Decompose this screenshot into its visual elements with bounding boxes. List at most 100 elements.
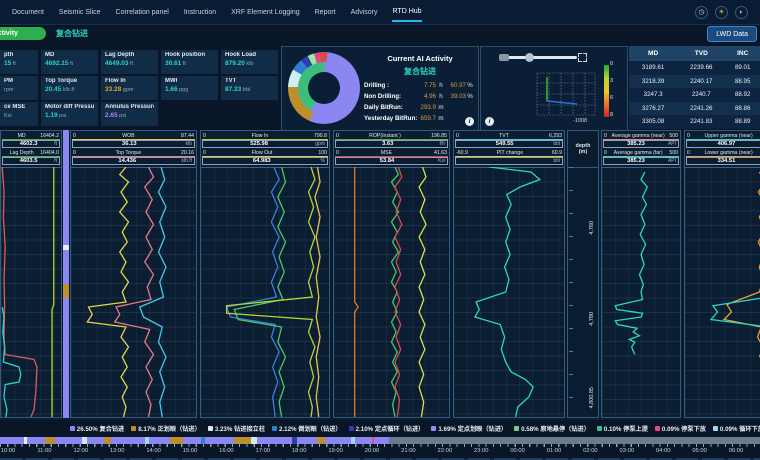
track-current-value: 3.63 bbox=[336, 141, 439, 147]
slider-thumb[interactable] bbox=[525, 53, 534, 62]
ai-stat-u: h bbox=[436, 93, 446, 100]
time-label: 04:00 bbox=[656, 448, 671, 454]
metric-unit: klb.ft bbox=[61, 87, 74, 93]
timeline-axis: 10:0011:0012:0013:0014:0015:0016:0017:00… bbox=[0, 448, 760, 457]
legend-color-chip bbox=[431, 426, 436, 431]
metric-value: 1.66 ppg bbox=[165, 86, 214, 93]
ai-activity-title: Current AI Activity bbox=[366, 54, 474, 63]
metric-label: Flow In bbox=[105, 78, 154, 84]
metric-unit: Ksi bbox=[4, 113, 12, 119]
table-row[interactable]: 3333.382242.3788.92 bbox=[629, 129, 760, 130]
survey-table-panel: MDTVDINC 3189.612239.6689.013218.392240.… bbox=[629, 46, 760, 129]
legend-text: 26.50% 复合钻进 bbox=[77, 424, 124, 433]
metric-number: 2.65 bbox=[105, 112, 118, 119]
track-value-row: 4602.3ft bbox=[2, 140, 60, 148]
depth-colorbar bbox=[604, 65, 609, 117]
metric-number: 879.20 bbox=[225, 60, 245, 67]
activity-segment bbox=[55, 437, 82, 444]
legend-item: 2.10% 定点循环（钻进） bbox=[349, 424, 425, 433]
history-icon[interactable]: ◷ bbox=[695, 6, 708, 19]
colorbar-tick: 3 bbox=[610, 78, 613, 84]
track-value-row: 549.55bbl bbox=[455, 140, 563, 148]
track-scale-row: MD16404.2 bbox=[1, 131, 61, 140]
track-value-unit: API bbox=[668, 141, 678, 147]
track-plot bbox=[1, 167, 61, 417]
activity-timeline-strip[interactable] bbox=[0, 437, 760, 444]
fullscreen-icon[interactable] bbox=[578, 53, 587, 62]
track-plot bbox=[334, 167, 449, 417]
track-scale-row: 0Flow In790.8 bbox=[201, 131, 329, 140]
track-value-unit: Ksi bbox=[438, 158, 447, 164]
ai-stat-row: Non Drilling:4.96h39.03% bbox=[364, 91, 476, 102]
table-row[interactable]: 3247.32240.788.92 bbox=[629, 88, 760, 102]
nav-item-xrf-element-logging[interactable]: XRF Element Logging bbox=[231, 3, 299, 21]
info-icon[interactable]: i bbox=[465, 117, 474, 126]
metric-card: Top Torque20.45 klb.ft bbox=[41, 76, 98, 100]
ai-stat-u: m bbox=[436, 115, 446, 122]
ai-stat-l: Yesterday BitRun: bbox=[364, 115, 416, 122]
ai-activity-badge[interactable]: AI Activity bbox=[0, 27, 46, 40]
nav-item-seismic-slice[interactable]: Seismic Slice bbox=[59, 3, 101, 21]
track-plot bbox=[454, 167, 564, 417]
depth-label: 4,760 bbox=[589, 221, 595, 235]
ai-activity-badge-label: AI Activity bbox=[0, 30, 18, 37]
upper-lower-gamma-track: 0Upper gamma (near)500406.97API0Lower ga… bbox=[684, 130, 760, 418]
ai-stat-v2: 60.97 bbox=[446, 82, 466, 89]
lwd-data-button[interactable]: LWD Data bbox=[707, 26, 757, 42]
log-curve bbox=[2, 307, 21, 417]
light-bulb-icon[interactable]: ☀ bbox=[715, 6, 728, 19]
activity-segment bbox=[325, 437, 351, 444]
metric-value: 33.28 gpm bbox=[105, 86, 154, 93]
rtd-hub-dashboard: Document Seismic Slice Correlation panel In… bbox=[0, 0, 760, 460]
nav-item-document[interactable]: Document bbox=[12, 3, 44, 21]
metric-unit: psi bbox=[118, 113, 127, 119]
track-current-value: 406.97 bbox=[687, 141, 760, 147]
nav-item-rtd-hub[interactable]: RTD Hub bbox=[392, 2, 421, 22]
flow-track: 0Flow In790.8525.98gpm0Flow Out10064.983… bbox=[200, 130, 330, 418]
table-row[interactable]: 3305.082241.8388.89 bbox=[629, 115, 760, 129]
log-curve bbox=[115, 167, 154, 417]
log-curve bbox=[711, 172, 760, 357]
survey-table-header: MDTVDINC bbox=[629, 46, 760, 61]
metric-value: 4692.15 ft bbox=[45, 60, 94, 67]
track-current-value: 525.98 bbox=[203, 141, 315, 147]
track-plot bbox=[71, 167, 196, 417]
activity-segment bbox=[205, 437, 234, 444]
activity-segment bbox=[317, 437, 325, 444]
table-cell: 89.01 bbox=[725, 61, 760, 75]
tvt-track: 0TVT6,293549.55bbl-60.9PIT change60.9bbl bbox=[453, 130, 565, 418]
activity-segment bbox=[297, 437, 317, 444]
legend-text: 2.12% 倒划眼（钻进） bbox=[279, 424, 342, 433]
table-cell: 88.92 bbox=[725, 129, 760, 130]
info-icon[interactable]: i bbox=[485, 117, 494, 126]
table-row[interactable]: 3218.392240.1788.95 bbox=[629, 75, 760, 89]
activity-segment bbox=[149, 437, 170, 444]
track-header: MD16404.24602.3ftLag Depth16404.04603.5f… bbox=[1, 131, 61, 168]
legend-text: 8.17% 正划眼（钻进） bbox=[138, 424, 201, 433]
track-current-value: 385.23 bbox=[604, 158, 668, 164]
ai-stat-u2: % bbox=[466, 93, 474, 100]
table-cell: 3218.39 bbox=[629, 75, 677, 89]
wellbore-3d-view[interactable] bbox=[533, 69, 599, 119]
legend-item: 2.12% 倒划眼（钻进） bbox=[272, 424, 342, 433]
track-header: 0ROP(Instant )196.853.63f/h0MSE41.6353.8… bbox=[334, 131, 449, 168]
table-cell: 88.92 bbox=[725, 88, 760, 102]
nav-item-correlation-panel[interactable]: Correlation panel bbox=[116, 3, 169, 21]
metric-unit: gpm bbox=[121, 87, 133, 93]
legend-color-chip bbox=[597, 426, 602, 431]
nav-item-report[interactable]: Report bbox=[315, 3, 336, 21]
track-scale-row: -60.9PIT change60.9 bbox=[454, 148, 564, 157]
table-row[interactable]: 3189.612239.6689.01 bbox=[629, 61, 760, 75]
nav-item-instruction[interactable]: Instruction bbox=[184, 3, 216, 21]
track-value-unit: klb bbox=[186, 141, 194, 147]
depth-slider[interactable] bbox=[499, 56, 577, 59]
track-header: 0WOB87.4436.13klb0Top Torque20.1614.436k… bbox=[71, 131, 196, 168]
metric-label: Top Torque bbox=[45, 78, 94, 84]
metric-unit: klb bbox=[245, 61, 254, 67]
metric-unit: ft bbox=[181, 61, 186, 67]
theme-icon[interactable]: ◐ bbox=[735, 6, 748, 19]
nav-item-advisory[interactable]: Advisory bbox=[351, 3, 378, 21]
activity-segment bbox=[111, 437, 145, 444]
table-row[interactable]: 3276.272241.2688.86 bbox=[629, 102, 760, 116]
track-scale-row: 0Average gamma (near)500 bbox=[602, 131, 680, 140]
